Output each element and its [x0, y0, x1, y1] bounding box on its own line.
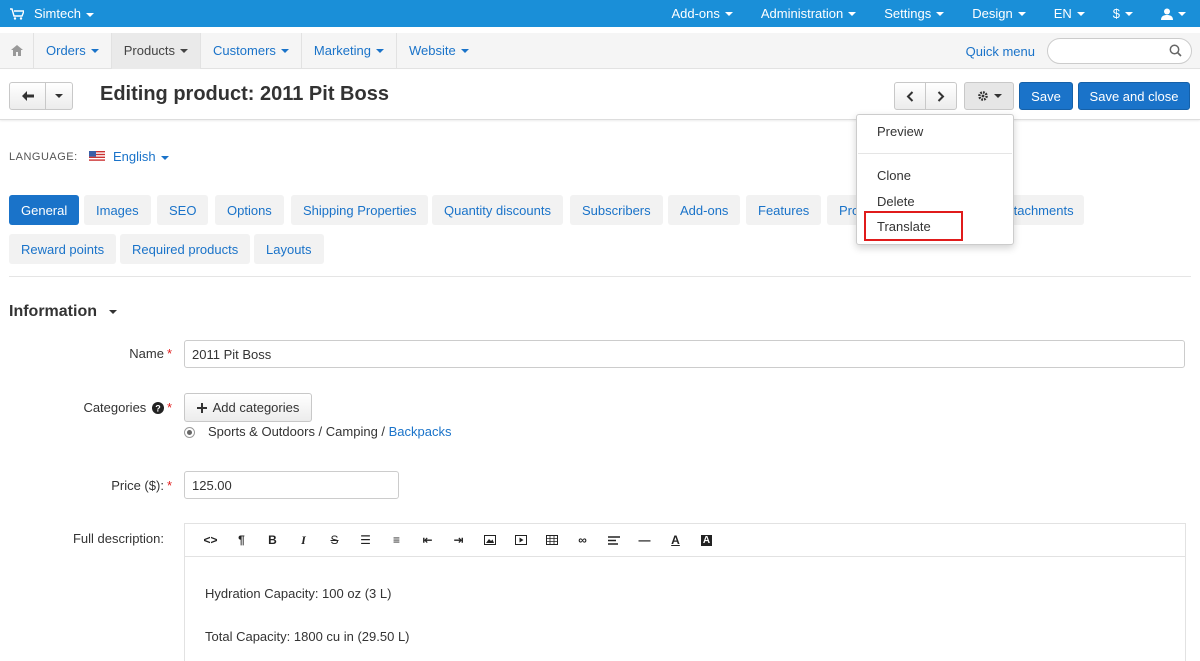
- divider: [9, 276, 1191, 277]
- menu-design[interactable]: Design: [958, 0, 1039, 27]
- description-line: Total Capacity: 1800 cu in (29.50 L): [205, 629, 410, 644]
- section-information[interactable]: Information: [9, 303, 117, 321]
- description-editor[interactable]: <> ¶ B I S ☰ ≡ ⇤ ⇥ ∞ — A A Hydration Cap…: [184, 523, 1186, 661]
- image-icon[interactable]: [474, 535, 505, 545]
- nav-customers[interactable]: Customers: [201, 32, 302, 69]
- bold-icon[interactable]: B: [257, 533, 288, 547]
- back-button[interactable]: [9, 82, 46, 110]
- category-path: Sports & Outdoors / Camping / Backpacks: [208, 424, 452, 439]
- tab-attachments[interactable]: ttachments: [1002, 195, 1084, 225]
- us-flag-icon: [89, 151, 105, 161]
- main-nav: Orders Products Customers Marketing Webs…: [0, 32, 1200, 69]
- tab-seo[interactable]: SEO: [157, 195, 209, 225]
- tab-images[interactable]: Images: [84, 195, 151, 225]
- prev-product-button[interactable]: [894, 82, 926, 110]
- tab-general[interactable]: General: [9, 195, 80, 225]
- user-icon: [1161, 8, 1173, 20]
- tab-addons[interactable]: Add-ons: [668, 195, 741, 225]
- video-icon[interactable]: [505, 535, 536, 545]
- align-icon[interactable]: [598, 535, 629, 545]
- nav-marketing[interactable]: Marketing: [302, 32, 397, 69]
- menu-language[interactable]: EN: [1040, 0, 1099, 27]
- background-color-icon[interactable]: A: [691, 534, 722, 546]
- menu-administration[interactable]: Administration: [747, 0, 870, 27]
- menu-settings[interactable]: Settings: [870, 0, 958, 27]
- outdent-icon[interactable]: ⇤: [412, 533, 443, 547]
- back-dropdown-button[interactable]: [45, 82, 73, 110]
- tab-required-products[interactable]: Required products: [120, 234, 251, 264]
- tab-layouts[interactable]: Layouts: [254, 234, 324, 264]
- help-icon[interactable]: ?: [151, 402, 164, 414]
- nav-products[interactable]: Products: [111, 32, 202, 69]
- unordered-list-icon[interactable]: ☰: [350, 533, 381, 547]
- main-category-radio[interactable]: [184, 427, 195, 438]
- page-title: Editing product: 2011 Pit Boss: [100, 83, 389, 105]
- gear-icon: [977, 91, 988, 101]
- description-label: Full description:: [72, 531, 164, 546]
- menu-item-clone[interactable]: Clone: [877, 168, 911, 183]
- font-color-icon[interactable]: A: [660, 533, 691, 547]
- settings-dropdown-button[interactable]: [964, 82, 1014, 110]
- search-icon: [1169, 44, 1182, 57]
- save-and-close-button[interactable]: Save and close: [1078, 82, 1190, 110]
- chevron-left-icon: [906, 90, 914, 102]
- categories-label: Categories ? *: [83, 400, 172, 415]
- home-icon[interactable]: [0, 32, 34, 69]
- code-view-icon[interactable]: <>: [195, 533, 226, 547]
- menu-item-delete[interactable]: Delete: [877, 194, 915, 209]
- menu-currency[interactable]: $: [1099, 0, 1147, 27]
- category-link[interactable]: Backpacks: [389, 424, 452, 439]
- translate-highlight: [864, 211, 963, 241]
- tab-features[interactable]: Features: [746, 195, 822, 225]
- menu-addons[interactable]: Add-ons: [657, 0, 746, 27]
- nav-orders[interactable]: Orders: [34, 32, 112, 69]
- ordered-list-icon[interactable]: ≡: [381, 533, 412, 547]
- next-product-button[interactable]: [925, 82, 957, 110]
- menu-divider: [858, 153, 1012, 154]
- language-selector[interactable]: English: [113, 149, 169, 164]
- description-line: Hydration Capacity: 100 oz (3 L): [205, 586, 392, 601]
- italic-icon[interactable]: I: [288, 533, 319, 548]
- store-brand[interactable]: Simtech: [34, 6, 94, 21]
- indent-icon[interactable]: ⇥: [443, 533, 474, 547]
- menu-item-preview[interactable]: Preview: [877, 124, 923, 139]
- tab-quantity-discounts[interactable]: Quantity discounts: [432, 195, 563, 225]
- strikethrough-icon[interactable]: S: [319, 533, 350, 547]
- arrow-left-icon: [21, 91, 34, 101]
- quick-menu-link[interactable]: Quick menu: [966, 33, 1035, 69]
- language-label: LANGUAGE:: [9, 151, 78, 163]
- cart-icon[interactable]: [0, 7, 34, 20]
- search-input[interactable]: [1047, 38, 1192, 64]
- add-categories-button[interactable]: Add categories: [184, 393, 312, 422]
- link-icon[interactable]: ∞: [567, 533, 598, 547]
- name-field[interactable]: 2011 Pit Boss: [184, 340, 1185, 368]
- nav-website[interactable]: Website: [397, 33, 481, 69]
- user-menu[interactable]: [1147, 0, 1200, 27]
- name-label: Name *: [129, 346, 172, 361]
- tab-shipping-properties[interactable]: Shipping Properties: [291, 195, 429, 225]
- tab-reward-points[interactable]: Reward points: [9, 234, 117, 264]
- top-navbar: Simtech Add-ons Administration Settings …: [0, 0, 1200, 27]
- price-label: Price ($): *: [111, 478, 172, 493]
- top-menu: Add-ons Administration Settings Design E…: [657, 0, 1200, 27]
- horizontal-rule-icon[interactable]: —: [629, 533, 660, 547]
- price-field[interactable]: 125.00: [184, 471, 399, 499]
- paragraph-icon[interactable]: ¶: [226, 533, 257, 547]
- tab-options[interactable]: Options: [215, 195, 284, 225]
- editor-toolbar: <> ¶ B I S ☰ ≡ ⇤ ⇥ ∞ — A A: [185, 524, 1185, 557]
- tab-subscribers[interactable]: Subscribers: [570, 195, 663, 225]
- svg-text:?: ?: [155, 404, 161, 414]
- chevron-right-icon: [937, 90, 945, 102]
- plus-icon: [196, 402, 207, 413]
- save-button[interactable]: Save: [1019, 82, 1073, 110]
- table-icon[interactable]: [536, 535, 567, 545]
- title-bar: Editing product: 2011 Pit Boss Save Save…: [0, 70, 1200, 120]
